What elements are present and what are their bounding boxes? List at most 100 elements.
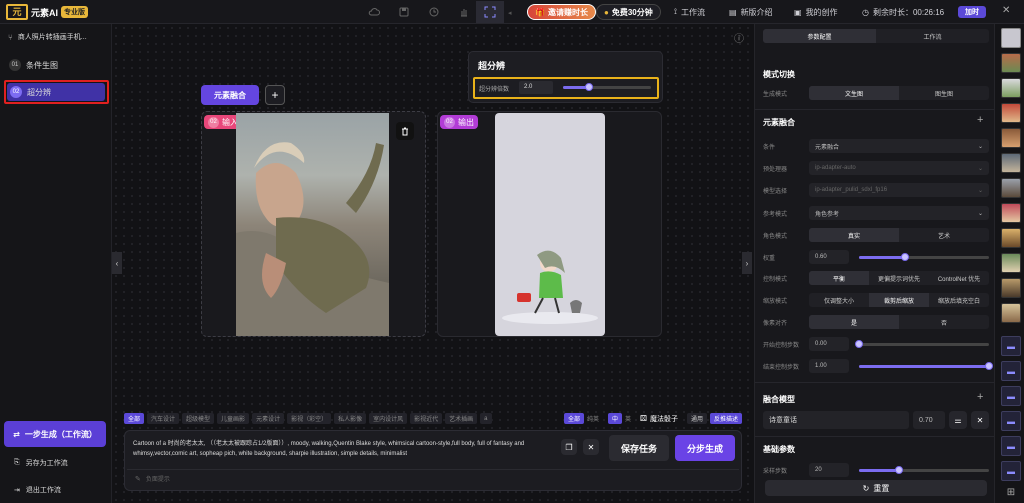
lora-settings-button[interactable]: ⚌ bbox=[949, 411, 967, 429]
history-thumbnail[interactable] bbox=[1001, 278, 1021, 298]
gen-mode-img2img[interactable]: 图生图 bbox=[899, 86, 989, 100]
tab-params[interactable]: 参数配置 bbox=[763, 29, 876, 43]
filter-chip[interactable]: 汽车设计 bbox=[147, 413, 180, 424]
lora-name[interactable]: 诗意童话 bbox=[763, 411, 909, 429]
add-node-button[interactable]: + bbox=[265, 85, 285, 105]
history-thumbnail[interactable] bbox=[1001, 128, 1021, 148]
hand-icon[interactable] bbox=[458, 6, 470, 18]
cloud-icon[interactable] bbox=[368, 6, 380, 18]
control-mode-prompt[interactable]: 更偏提示词优先 bbox=[869, 271, 929, 285]
history-thumbnail[interactable] bbox=[1001, 203, 1021, 223]
save-task-button[interactable]: 保存任务 bbox=[609, 435, 669, 461]
reverse-prompt-button[interactable]: 反推描述 bbox=[709, 413, 742, 424]
resize-fill[interactable]: 缩放后填充空白 bbox=[929, 293, 989, 307]
one-step-generate-button[interactable]: ⇄ 一步生成（工作流） bbox=[4, 421, 106, 447]
filter-chip[interactable]: 私人影像 bbox=[334, 413, 367, 424]
ref-mode-select[interactable]: 角色参考 ⌄ bbox=[809, 206, 989, 220]
weight-slider[interactable] bbox=[859, 252, 989, 261]
pending-thumbnail[interactable]: ▬ bbox=[1001, 436, 1021, 456]
canvas-area[interactable]: ‹ › ⓘ 超分辨 超分辨倍数 2.0 元素融合 + 02 输入 02 输出 全… bbox=[112, 24, 754, 503]
exit-workflow-link[interactable]: ⇥ 退出工作流 bbox=[14, 485, 61, 495]
role-mode-art[interactable]: 艺术 bbox=[899, 228, 989, 242]
clear-prompt-button[interactable]: ✕ bbox=[583, 439, 599, 455]
pending-thumbnail[interactable]: ▬ bbox=[1001, 461, 1021, 481]
role-mode-real[interactable]: 真实 bbox=[809, 228, 899, 242]
control-mode-controlnet[interactable]: ControlNet 优先 bbox=[929, 271, 989, 285]
weight-input[interactable]: 0.60 bbox=[809, 250, 849, 264]
slider-knob[interactable] bbox=[985, 361, 993, 370]
filter-chip[interactable]: 艺术插画 bbox=[445, 413, 478, 424]
info-icon[interactable]: ⓘ bbox=[734, 30, 744, 45]
generate-button[interactable]: 分步生成 bbox=[675, 435, 735, 461]
new-intro-link[interactable]: ▤ 新版介绍 bbox=[729, 5, 773, 19]
prompt-textarea[interactable]: Cartoon of a 时尚的老太太, （（老太太被跟踪占1/2版面））, m… bbox=[133, 439, 553, 459]
close-icon[interactable]: ✕ bbox=[1002, 5, 1010, 16]
start-step-input[interactable]: 0.00 bbox=[809, 337, 849, 351]
invite-button[interactable]: 🎁 邀请赚时长 bbox=[527, 4, 596, 20]
free-time-button[interactable]: ● 免费30分钟 bbox=[596, 4, 661, 20]
save-icon[interactable] bbox=[398, 6, 410, 18]
slider-knob[interactable] bbox=[855, 339, 863, 348]
pixel-perfect-no[interactable]: 否 bbox=[899, 315, 989, 329]
step-item-1[interactable]: 01 条件生图 bbox=[6, 56, 106, 74]
magic-dice-label[interactable]: 魔法骰子 bbox=[650, 414, 678, 424]
output-card[interactable]: 02 输出 bbox=[437, 111, 662, 337]
pending-thumbnail[interactable]: ▬ bbox=[1001, 411, 1021, 431]
renew-button[interactable]: 加时 bbox=[958, 6, 986, 18]
add-lora-button[interactable]: + bbox=[977, 391, 983, 403]
copy-prompt-button[interactable]: ❐ bbox=[561, 439, 577, 455]
filter-chip[interactable]: 影视（彩空） bbox=[287, 413, 332, 424]
resize-only[interactable]: 仅调整大小 bbox=[809, 293, 869, 307]
history-thumbnail[interactable] bbox=[1001, 28, 1021, 48]
superres-factor-slider[interactable] bbox=[563, 83, 651, 91]
toolbar-arrow-icon[interactable]: ◂ bbox=[508, 9, 512, 17]
history-thumbnail[interactable] bbox=[1001, 228, 1021, 248]
filter-chip[interactable]: 影视近代 bbox=[410, 413, 443, 424]
slider-knob[interactable] bbox=[900, 252, 909, 261]
pending-thumbnail[interactable]: ▬ bbox=[1001, 336, 1021, 356]
start-step-slider[interactable] bbox=[855, 339, 989, 348]
history-icon[interactable] bbox=[428, 6, 440, 18]
filter-chip-all[interactable]: 全部 bbox=[124, 413, 145, 424]
filter-chip[interactable]: a bbox=[480, 413, 492, 424]
model-select[interactable]: ip-adapter_pulid_sdxl_fp16 ⌄ bbox=[809, 183, 989, 197]
filter-chip[interactable]: 超级模型 bbox=[182, 413, 215, 424]
step-item-2[interactable]: 02 超分辨 bbox=[7, 83, 105, 101]
workflow-link[interactable]: ⟟ 工作流 bbox=[674, 5, 705, 19]
base-param-input[interactable]: 20 bbox=[809, 463, 849, 477]
filter-chip[interactable]: 元素设计 bbox=[252, 413, 285, 424]
collapse-left-button[interactable]: ‹ bbox=[112, 252, 122, 274]
history-thumbnail[interactable] bbox=[1001, 253, 1021, 273]
superres-factor-input[interactable]: 2.0 bbox=[519, 81, 553, 94]
history-thumbnail[interactable] bbox=[1001, 78, 1021, 98]
collapse-right-button[interactable]: › bbox=[742, 252, 752, 274]
control-mode-balanced[interactable]: 平衡 bbox=[809, 271, 869, 285]
input-card[interactable]: 02 输入 bbox=[201, 111, 426, 337]
reset-button[interactable]: ↻ 重置 bbox=[765, 480, 987, 496]
lang-all-chip[interactable]: 全部 bbox=[563, 413, 584, 424]
base-param-slider[interactable] bbox=[859, 465, 989, 474]
grid-view-icon[interactable]: ⊞ bbox=[1002, 485, 1020, 499]
condition-select[interactable]: 元素融合 ⌄ bbox=[809, 139, 989, 153]
pixel-perfect-yes[interactable]: 是 bbox=[809, 315, 899, 329]
end-step-input[interactable]: 1.00 bbox=[809, 359, 849, 373]
lora-weight[interactable]: 0.70 bbox=[913, 411, 945, 429]
project-header[interactable]: ⑂ 商人照片转插画手机... bbox=[8, 32, 108, 42]
negative-prompt-field[interactable]: ✎ 负面提示 bbox=[127, 469, 739, 487]
preprocess-select[interactable]: ip-adapter-auto ⌄ bbox=[809, 161, 989, 175]
pending-thumbnail[interactable]: ▬ bbox=[1001, 361, 1021, 381]
history-thumbnail[interactable] bbox=[1001, 103, 1021, 123]
history-thumbnail[interactable] bbox=[1001, 303, 1021, 323]
app-logo[interactable]: 元 元素AI 专业版 bbox=[6, 4, 89, 20]
history-thumbnail[interactable] bbox=[1001, 53, 1021, 73]
use-dropdown[interactable]: 通用 bbox=[686, 413, 707, 424]
superres-tool-button[interactable] bbox=[476, 1, 504, 23]
lora-remove-button[interactable]: ✕ bbox=[971, 411, 989, 429]
end-step-slider[interactable] bbox=[859, 361, 993, 370]
filter-chip[interactable]: 儿童画影 bbox=[217, 413, 250, 424]
my-works-link[interactable]: ▣ 我的创作 bbox=[794, 5, 838, 19]
delete-image-button[interactable] bbox=[396, 122, 414, 140]
lang-cn-chip[interactable]: 中 bbox=[607, 413, 622, 424]
gen-mode-txt2img[interactable]: 文生图 bbox=[809, 86, 899, 100]
resize-crop[interactable]: 裁剪后缩放 bbox=[869, 293, 929, 307]
